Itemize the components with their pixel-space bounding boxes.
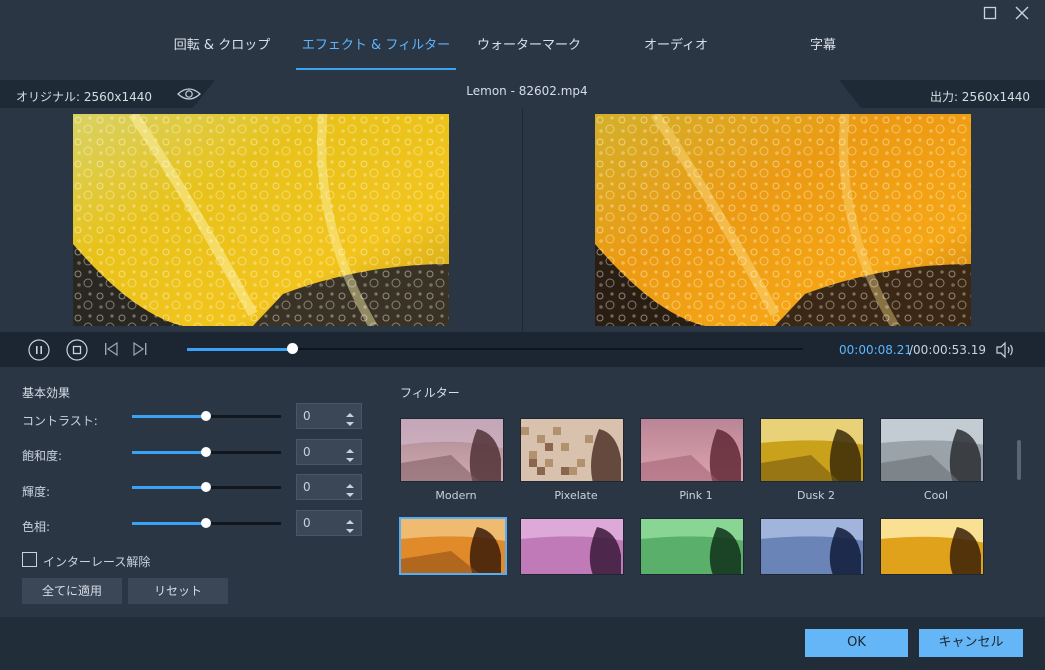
chevron-down-icon[interactable] xyxy=(345,453,355,462)
filter-thumb-pixelate[interactable] xyxy=(520,418,624,482)
filter-thumb-sunny[interactable] xyxy=(880,518,984,575)
close-icon[interactable] xyxy=(1013,4,1031,22)
tab-rotate-crop[interactable]: 回転 & クロップ xyxy=(163,28,281,70)
brightness-slider-handle[interactable] xyxy=(201,482,211,492)
reset-button[interactable]: リセット xyxy=(128,578,228,604)
hue-value: 0 xyxy=(303,516,311,530)
brightness-slider-fill xyxy=(132,486,206,489)
tab-effects-filters[interactable]: エフェクト & フィルター xyxy=(296,28,456,70)
original-preview xyxy=(73,114,449,326)
basic-effects-title: 基本効果 xyxy=(22,386,71,400)
current-time: 00:00:08.21 xyxy=(839,343,912,357)
hue-slider-handle[interactable] xyxy=(201,518,211,528)
filter-thumb-dusk-2[interactable] xyxy=(760,418,864,482)
brightness-value: 0 xyxy=(303,480,311,494)
filter-thumb-blue[interactable] xyxy=(760,518,864,575)
filter-label-modern: Modern xyxy=(435,489,477,502)
filter-scrollbar[interactable] xyxy=(1017,440,1021,480)
hue-label: 色相: xyxy=(22,520,51,534)
tab-watermark[interactable]: ウォーターマーク xyxy=(470,28,588,70)
filter-label-pixelate: Pixelate xyxy=(554,489,598,502)
saturation-label: 飽和度: xyxy=(22,449,63,463)
previous-frame-icon[interactable] xyxy=(103,340,125,362)
contrast-stepper[interactable]: 0 xyxy=(296,403,362,429)
progress-fill xyxy=(187,348,292,351)
contrast-value: 0 xyxy=(303,409,311,423)
filter-label-cool: Cool xyxy=(923,489,949,502)
chevron-down-icon[interactable] xyxy=(345,417,355,426)
hue-stepper[interactable]: 0 xyxy=(296,510,362,536)
maximize-icon[interactable] xyxy=(981,4,999,22)
chevron-up-icon[interactable] xyxy=(345,444,355,453)
chevron-down-icon[interactable] xyxy=(345,524,355,533)
original-resolution-label: オリジナル: 2560x1440 xyxy=(16,90,153,104)
filter-thumb-modern[interactable] xyxy=(400,418,504,482)
saturation-value: 0 xyxy=(303,445,311,459)
deinterlace-label: インターレース解除 xyxy=(43,555,151,569)
saturation-slider-fill xyxy=(132,451,206,454)
filters-title: フィルター xyxy=(400,386,460,400)
contrast-slider-handle[interactable] xyxy=(201,411,211,421)
deinterlace-checkbox[interactable] xyxy=(22,552,37,567)
saturation-slider-handle[interactable] xyxy=(201,447,211,457)
apply-all-button[interactable]: 全てに適用 xyxy=(22,578,122,604)
chevron-up-icon[interactable] xyxy=(345,479,355,488)
filter-thumb-warm[interactable] xyxy=(399,517,507,575)
filter-label-pink-1: Pink 1 xyxy=(679,489,713,502)
brightness-stepper[interactable]: 0 xyxy=(296,474,362,500)
chevron-down-icon[interactable] xyxy=(345,488,355,497)
filter-thumb-pink-1[interactable] xyxy=(640,418,744,482)
total-time: /00:00:53.19 xyxy=(909,343,987,357)
contrast-slider-fill xyxy=(132,415,206,418)
chevron-up-icon[interactable] xyxy=(345,408,355,417)
hue-slider-fill xyxy=(132,522,206,525)
tab-audio[interactable]: オーディオ xyxy=(617,28,735,70)
preview-divider xyxy=(522,108,523,332)
tab-bar: 回転 & クロップ エフェクト & フィルター ウォーターマーク オーディオ 字… xyxy=(0,28,1045,70)
saturation-stepper[interactable]: 0 xyxy=(296,439,362,465)
filter-thumb-cool[interactable] xyxy=(880,418,984,482)
contrast-label: コントラスト: xyxy=(22,414,98,428)
output-preview xyxy=(595,114,971,326)
chevron-up-icon[interactable] xyxy=(345,515,355,524)
filter-label-dusk-2: Dusk 2 xyxy=(796,489,836,502)
volume-icon[interactable] xyxy=(995,341,1015,359)
stop-icon[interactable] xyxy=(66,339,88,361)
pause-icon[interactable] xyxy=(28,339,50,361)
next-frame-icon[interactable] xyxy=(131,340,153,362)
brightness-label: 輝度: xyxy=(22,485,51,499)
ok-button[interactable]: OK xyxy=(805,629,908,657)
cancel-button[interactable]: キャンセル xyxy=(919,629,1023,657)
progress-handle[interactable] xyxy=(287,343,298,354)
output-resolution-label: 出力: 2560x1440 xyxy=(929,90,1030,104)
filter-thumb-purple[interactable] xyxy=(520,518,624,575)
filter-thumb-green[interactable] xyxy=(640,518,744,575)
tab-subtitles[interactable]: 字幕 xyxy=(764,28,882,70)
window-controls xyxy=(981,4,1031,22)
video-filename: Lemon - 82602.mp4 xyxy=(466,84,588,98)
